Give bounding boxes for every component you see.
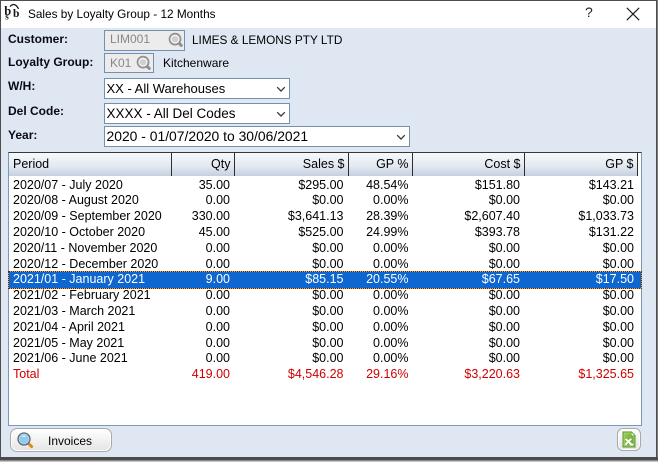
svg-text:b: b xyxy=(13,8,19,20)
svg-text:s: s xyxy=(5,11,9,21)
